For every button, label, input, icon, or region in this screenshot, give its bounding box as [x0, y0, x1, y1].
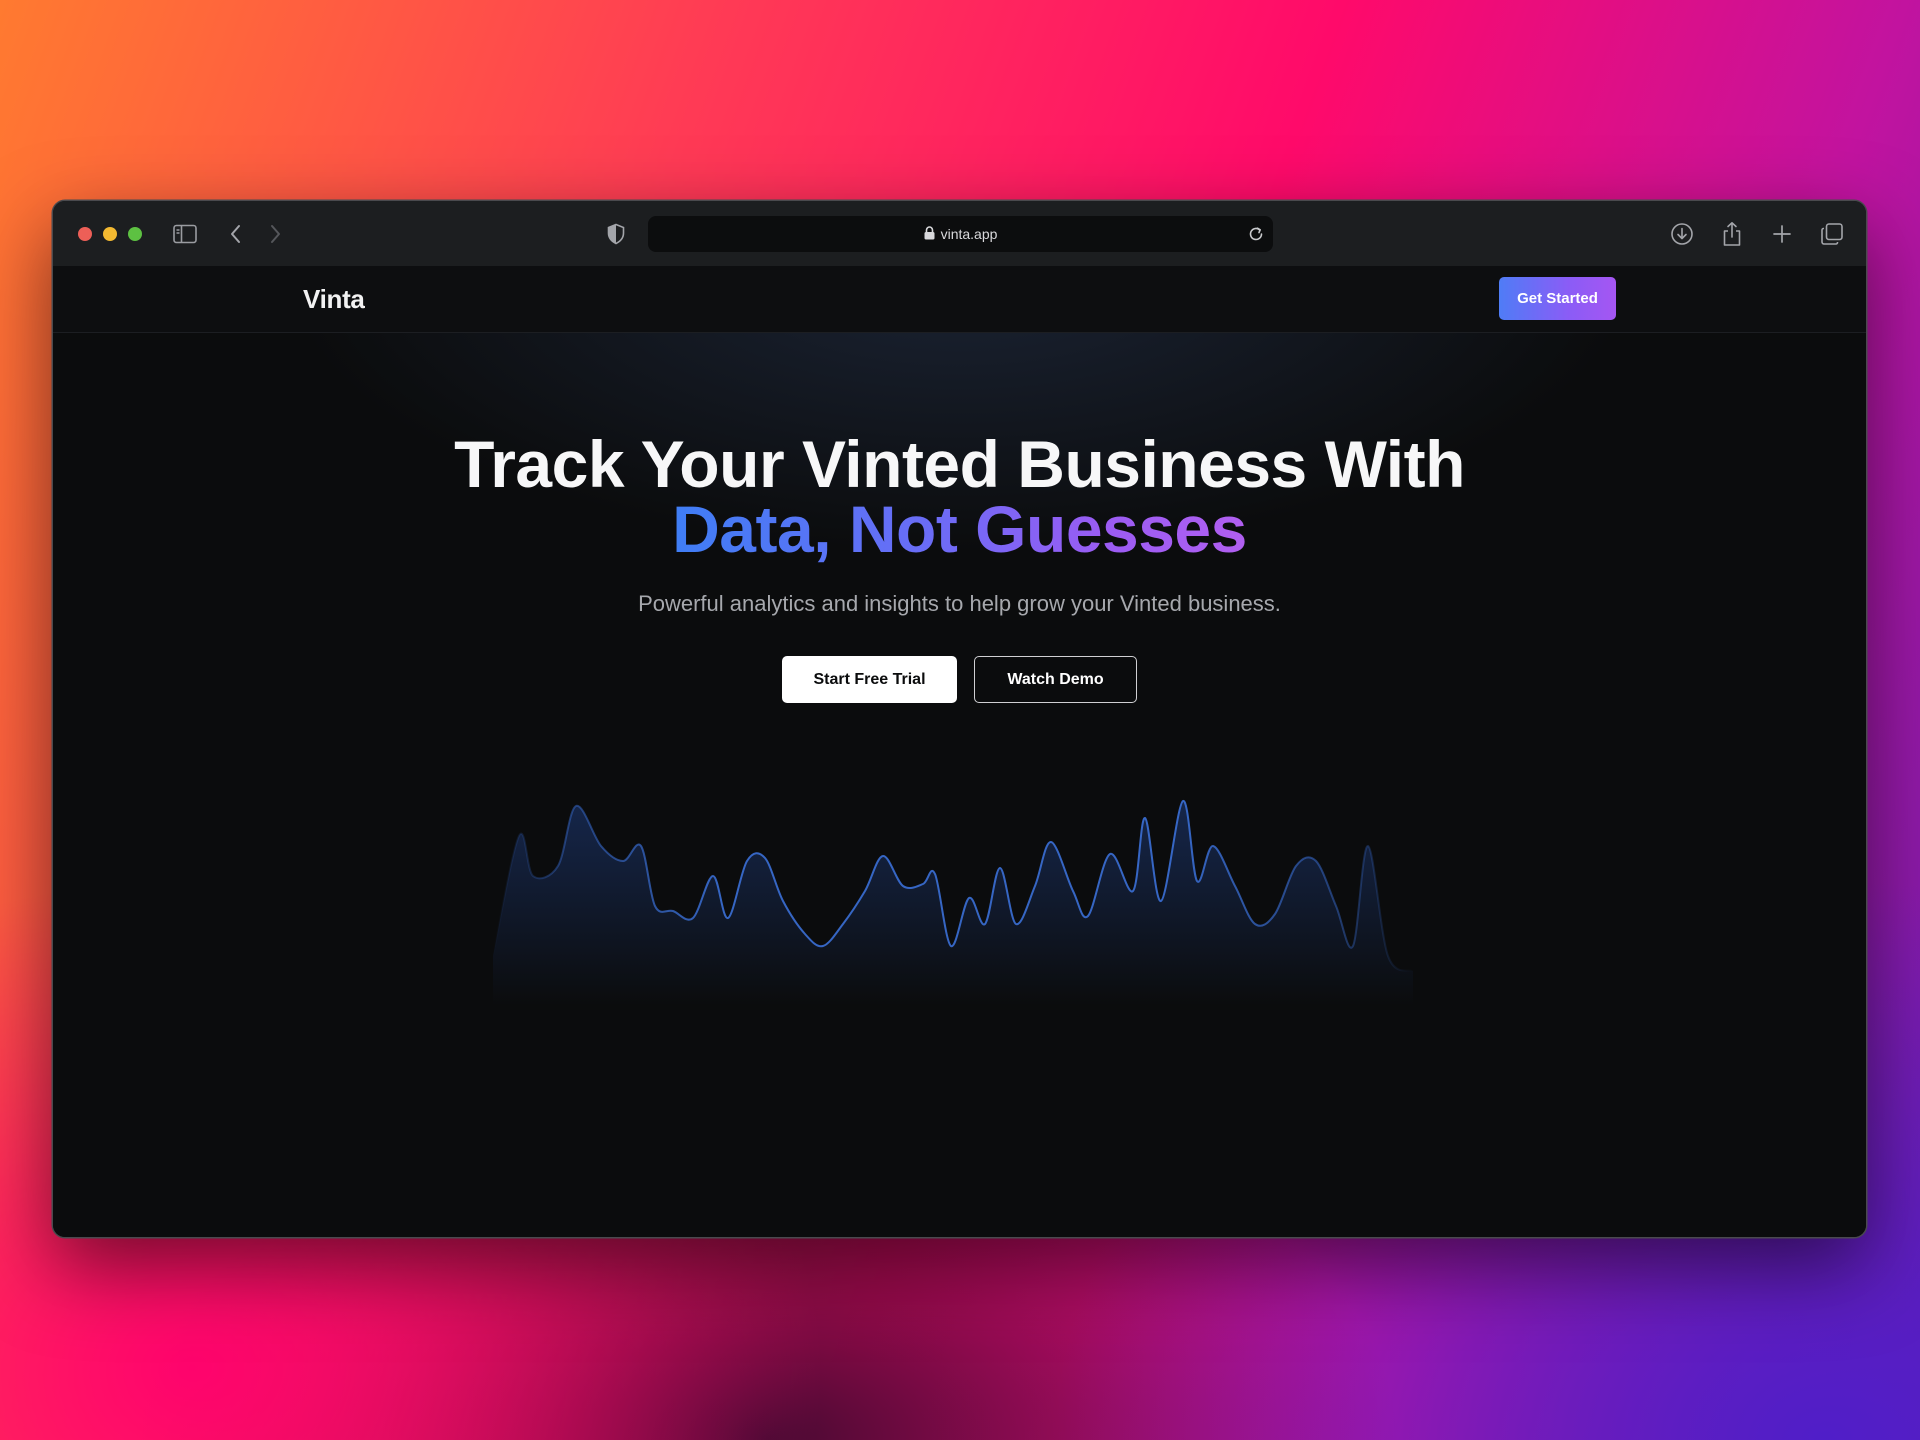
lock-icon [924, 226, 935, 240]
hero-headline-line-2: Data, Not Guesses [53, 496, 1866, 562]
hero-subtitle: Powerful analytics and insights to help … [638, 591, 1281, 616]
new-tab-icon[interactable] [1767, 219, 1797, 249]
zoom-window-button[interactable] [128, 227, 142, 241]
share-icon[interactable] [1717, 219, 1747, 249]
browser-window: vinta.app Vinta Get Started Track Your V… [53, 201, 1866, 1237]
watch-demo-button[interactable]: Watch Demo [974, 656, 1137, 703]
tabs-overview-icon[interactable] [1817, 219, 1847, 249]
download-icon[interactable] [1667, 219, 1697, 249]
minimize-window-button[interactable] [103, 227, 117, 241]
start-free-trial-button[interactable]: Start Free Trial [782, 656, 957, 703]
decorative-waveform [492, 799, 1414, 1006]
get-started-button[interactable]: Get Started [1499, 277, 1616, 320]
page-content: Vinta Get Started Track Your Vinted Busi… [53, 266, 1866, 1237]
close-window-button[interactable] [78, 227, 92, 241]
reload-icon[interactable] [1245, 223, 1267, 245]
address-bar[interactable]: vinta.app [648, 216, 1273, 252]
hero-headline-gradient-text: Data, Not Guesses [672, 492, 1247, 566]
forward-icon[interactable] [260, 219, 290, 249]
browser-toolbar: vinta.app [53, 201, 1866, 267]
site-navbar: Vinta Get Started [53, 266, 1866, 333]
url-label: vinta.app [940, 226, 998, 242]
shield-icon[interactable] [601, 219, 631, 249]
back-icon[interactable] [221, 219, 251, 249]
address-bar-text[interactable]: vinta.app [648, 216, 1273, 252]
sidebar-icon[interactable] [170, 219, 200, 249]
brand-logo[interactable]: Vinta [303, 266, 365, 332]
hero-headline-line-1: Track Your Vinted Business With [454, 427, 1465, 501]
